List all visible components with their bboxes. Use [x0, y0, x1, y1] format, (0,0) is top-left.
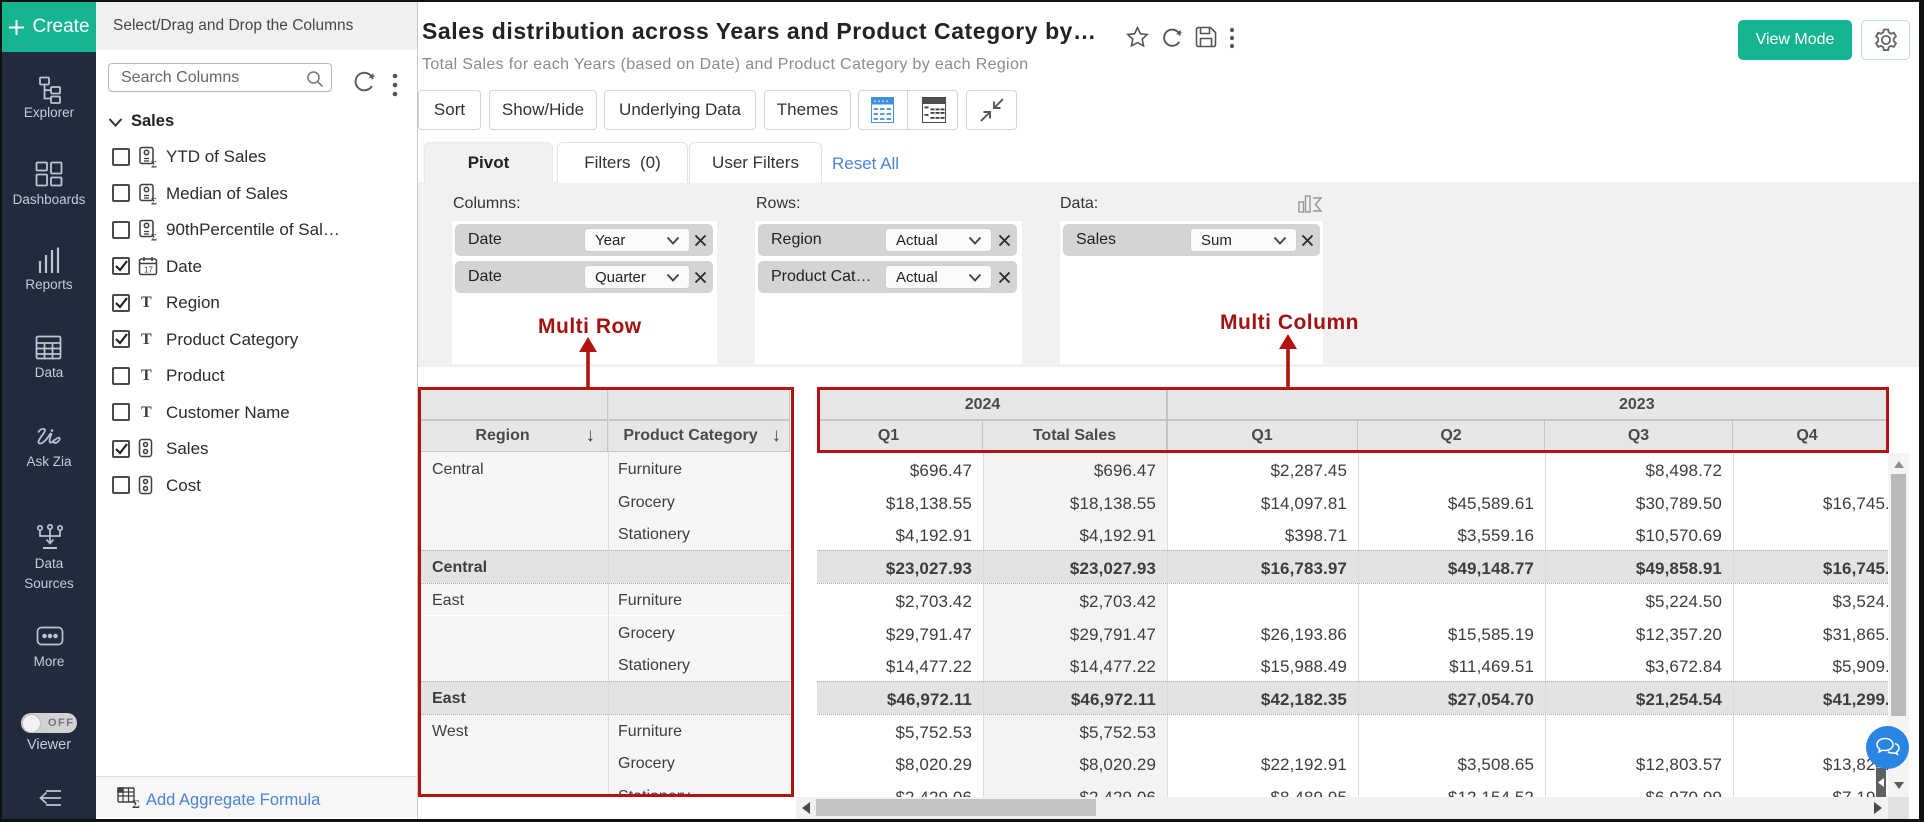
- svg-text:Σ: Σ: [151, 233, 157, 242]
- svg-text:T: T: [141, 404, 152, 420]
- svg-text:T: T: [141, 294, 152, 310]
- svg-text:Σ: Σ: [151, 160, 157, 169]
- svg-text:Σ: Σ: [151, 196, 157, 205]
- svg-text:17: 17: [144, 265, 153, 274]
- svg-text:T: T: [141, 367, 152, 383]
- svg-text:T: T: [141, 331, 152, 347]
- svg-text:Σ: Σ: [132, 797, 140, 809]
